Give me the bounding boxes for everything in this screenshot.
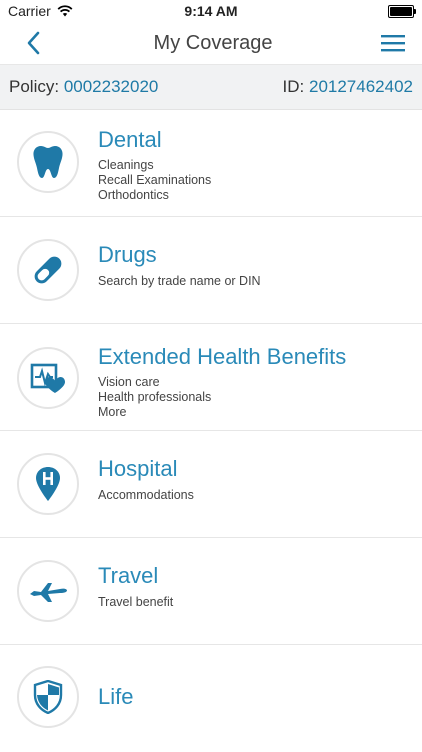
chevron-left-icon	[27, 31, 40, 55]
item-title: Hospital	[98, 456, 178, 481]
policy-value: 0002232020	[63, 77, 159, 96]
coverage-item-extended-health[interactable]: Extended Health Benefits Vision care Hea…	[0, 324, 422, 431]
page-title: My Coverage	[153, 31, 273, 54]
policy-label: Policy:	[9, 77, 60, 96]
coverage-item-dental[interactable]: Dental Cleanings Recall Examinations Ort…	[0, 110, 422, 217]
menu-button[interactable]	[378, 28, 408, 58]
nav-bar: My Coverage	[0, 22, 422, 65]
coverage-item-hospital[interactable]: Hospital Accommodations	[0, 431, 422, 538]
status-bar: Carrier 9:14 AM	[0, 0, 422, 22]
wifi-icon	[57, 5, 73, 17]
status-left: Carrier	[8, 3, 73, 19]
dental-icon-circle	[17, 131, 79, 193]
item-title: Life	[98, 684, 134, 709]
life-text: Life	[79, 666, 133, 710]
item-line: More	[98, 405, 127, 419]
item-title: Dental	[98, 127, 162, 152]
pill-icon	[34, 256, 62, 284]
travel-text: Travel Travel benefit	[79, 560, 173, 610]
item-line: Health professionals	[98, 390, 212, 404]
back-button[interactable]	[18, 28, 48, 58]
item-title: Extended Health Benefits	[98, 344, 347, 369]
item-line: Vision care	[98, 375, 160, 389]
item-line: Search by trade name or DIN	[98, 274, 261, 288]
battery-icon	[388, 4, 416, 18]
extended-health-icon-circle	[17, 347, 79, 409]
coverage-item-drugs[interactable]: Drugs Search by trade name or DIN	[0, 217, 422, 324]
coverage-item-life[interactable]: Life	[0, 645, 422, 752]
carrier-label: Carrier	[8, 3, 51, 19]
policy-number: Policy: 0002232020	[9, 77, 158, 97]
airplane-icon	[30, 583, 67, 602]
item-line: Recall Examinations	[98, 173, 212, 187]
tooth-icon	[33, 146, 63, 178]
id-value: 20127462402	[308, 77, 413, 96]
item-line: Orthodontics	[98, 188, 169, 202]
hospital-text: Hospital Accommodations	[79, 453, 194, 503]
member-id: ID: 20127462402	[283, 77, 413, 97]
drugs-icon-circle	[17, 239, 79, 301]
item-title: Travel	[98, 563, 159, 588]
drugs-text: Drugs Search by trade name or DIN	[79, 239, 261, 289]
health-monitor-icon	[30, 363, 65, 393]
coverage-item-travel[interactable]: Travel Travel benefit	[0, 538, 422, 645]
item-line: Cleanings	[98, 158, 154, 172]
hospital-pin-icon	[36, 467, 60, 501]
hospital-icon-circle	[17, 453, 79, 515]
item-title: Drugs	[98, 242, 157, 267]
item-line: Travel benefit	[98, 595, 174, 609]
policy-bar: Policy: 0002232020 ID: 20127462402	[0, 65, 422, 110]
id-label: ID:	[282, 77, 305, 96]
hamburger-menu-icon	[381, 35, 405, 52]
item-line: Accommodations	[98, 488, 194, 502]
life-icon-circle	[17, 666, 79, 728]
shield-icon	[33, 680, 63, 714]
extended-health-text: Extended Health Benefits Vision care Hea…	[79, 344, 346, 420]
dental-text: Dental Cleanings Recall Examinations Ort…	[79, 127, 212, 203]
coverage-list: Dental Cleanings Recall Examinations Ort…	[0, 110, 422, 752]
travel-icon-circle	[17, 560, 79, 622]
